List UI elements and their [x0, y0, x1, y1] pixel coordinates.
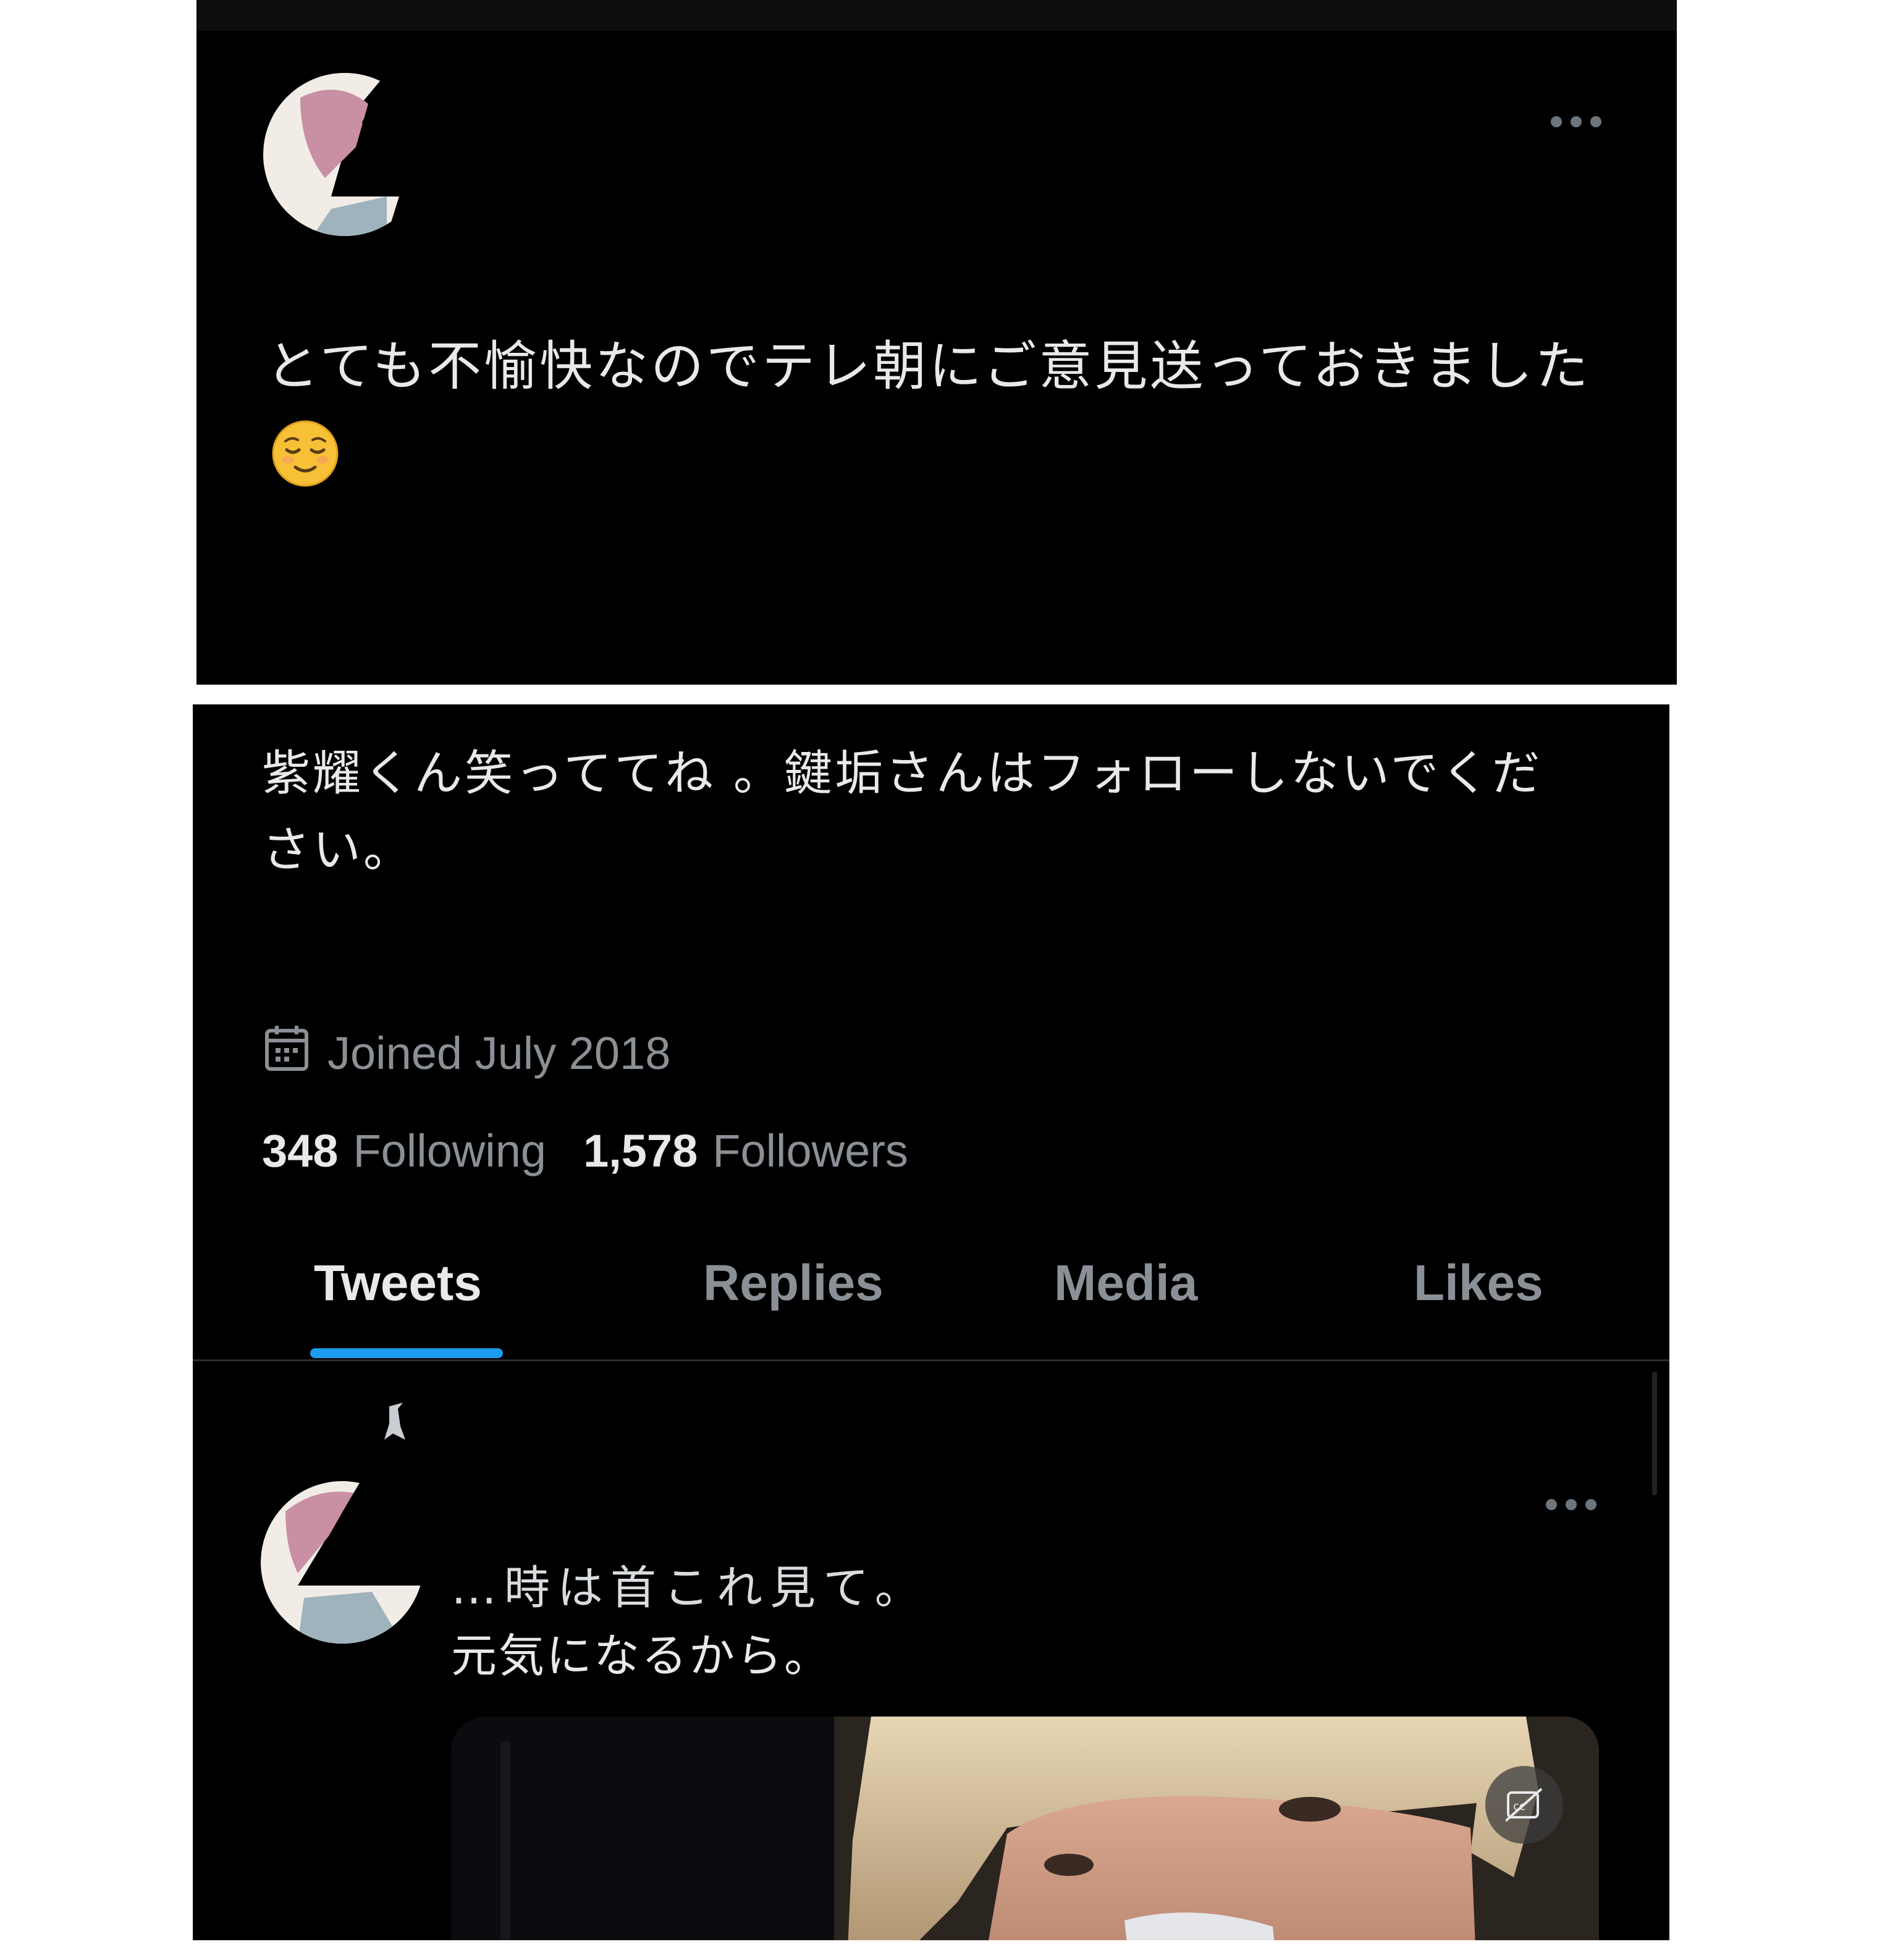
retweet-icon [378, 1401, 409, 1447]
feed-avatar[interactable] [261, 1481, 424, 1644]
following-label: Following [353, 1125, 547, 1176]
joined-text: Joined July 2018 [327, 1028, 671, 1079]
tab-media[interactable]: Media [1054, 1254, 1197, 1312]
relieved-face-emoji [271, 419, 340, 488]
followers-link[interactable]: 1,578 Followers [583, 1125, 908, 1177]
video-thumbnail[interactable]: cc [451, 1717, 1599, 1940]
tweet-body: とても不愉快なのでテレ朝にご意見送っておきました [266, 336, 1591, 397]
tab-likes[interactable]: Likes [1414, 1254, 1543, 1312]
feed-tweet-partial-line: …時は首これ見て。 [451, 1561, 928, 1615]
feed-more-icon[interactable] [1546, 1499, 1596, 1510]
header-strip [196, 0, 1677, 31]
following-count: 348 [262, 1125, 339, 1176]
tab-tweets[interactable]: Tweets [314, 1254, 482, 1312]
profile-panel: 紫耀くん笑っててね 。鍵垢さんはフォローしないでくだ さい。 Joined Ju… [193, 704, 1669, 1940]
profile-tabs: Tweets Replies Media Likes [193, 1230, 1669, 1361]
scrollbar[interactable] [1652, 1372, 1657, 1495]
bio-line-1: 紫耀くん笑っててね 。鍵垢さんはフォローしないでくだ [262, 746, 1543, 801]
following-link[interactable]: 348 Following [262, 1125, 546, 1177]
followers-label: Followers [712, 1125, 908, 1176]
bio-line-2: さい。 [262, 822, 415, 878]
joined-date: Joined July 2018 [264, 1024, 670, 1082]
tweet-detail-panel: とても不愉快なのでテレ朝にご意見送っておきました [196, 0, 1677, 685]
calendar-icon [264, 1024, 309, 1082]
tweet-text: とても不愉快なのでテレ朝にご意見送っておきました [266, 321, 1625, 502]
feed-tweet-line2: 元気になるから。 [451, 1629, 832, 1683]
avatar[interactable] [263, 73, 426, 236]
more-icon[interactable] [1551, 116, 1601, 127]
follow-stats: 348 Following 1,578 Followers [262, 1125, 908, 1177]
profile-bio: 紫耀くん笑っててね 。鍵垢さんはフォローしないでくだ さい。 [262, 735, 1590, 889]
followers-count: 1,578 [583, 1125, 698, 1176]
captions-off-icon[interactable]: cc [1485, 1766, 1563, 1844]
active-tab-indicator [310, 1348, 503, 1358]
tab-replies[interactable]: Replies [703, 1254, 884, 1312]
